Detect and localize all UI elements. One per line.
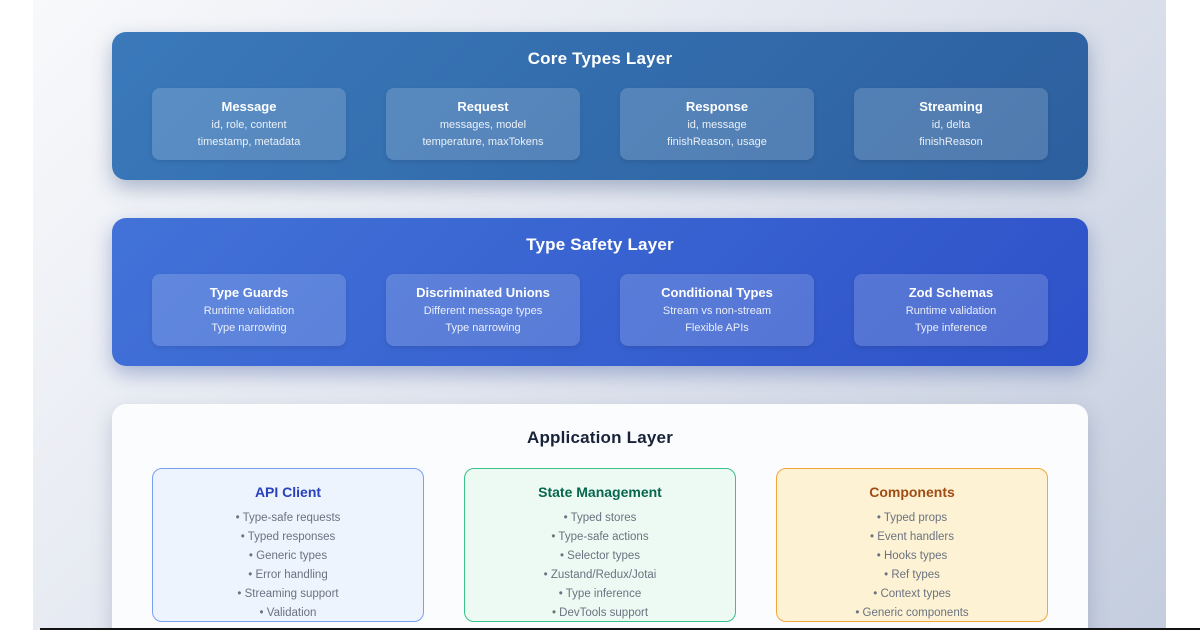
app-card-title: Components — [777, 484, 1047, 500]
safety-card-title: Discriminated Unions — [386, 285, 580, 300]
type-card-title: Request — [386, 99, 580, 114]
type-card-line: finishReason, usage — [620, 136, 814, 148]
type-card-title: Response — [620, 99, 814, 114]
type-card-title: Message — [152, 99, 346, 114]
safety-card-line: Stream vs non-stream — [620, 305, 814, 317]
type-card-line: messages, model — [386, 119, 580, 131]
type-card-request: Request messages, model temperature, max… — [386, 88, 580, 160]
list-item: • Selector types — [465, 547, 735, 566]
safety-card-line: Runtime validation — [152, 305, 346, 317]
list-item: • Generic types — [153, 547, 423, 566]
type-card-title: Streaming — [854, 99, 1048, 114]
safety-card-discriminated-unions: Discriminated Unions Different message t… — [386, 274, 580, 346]
architecture-diagram: Core Types Layer Message id, role, conte… — [0, 0, 1200, 630]
list-item: • Type-safe actions — [465, 528, 735, 547]
type-card-streaming: Streaming id, delta finishReason — [854, 88, 1048, 160]
list-item: • Event handlers — [777, 528, 1047, 547]
safety-card-line: Runtime validation — [854, 305, 1048, 317]
app-card-components: Components • Typed props • Event handler… — [776, 468, 1048, 622]
type-card-line: temperature, maxTokens — [386, 136, 580, 148]
safety-card-title: Conditional Types — [620, 285, 814, 300]
list-item: • Streaming support — [153, 585, 423, 604]
app-card-state-management: State Management • Typed stores • Type-s… — [464, 468, 736, 622]
list-item: • DevTools support — [465, 604, 735, 623]
list-item: • Typed stores — [465, 509, 735, 528]
safety-card-line: Type inference — [854, 322, 1048, 334]
safety-card-zod-schemas: Zod Schemas Runtime validation Type infe… — [854, 274, 1048, 346]
safety-card-line: Type narrowing — [386, 322, 580, 334]
safety-card-type-guards: Type Guards Runtime validation Type narr… — [152, 274, 346, 346]
application-cards-row: API Client • Type-safe requests • Typed … — [112, 468, 1088, 622]
safety-card-line: Different message types — [386, 305, 580, 317]
type-card-line: id, delta — [854, 119, 1048, 131]
safety-card-line: Type narrowing — [152, 322, 346, 334]
type-card-line: finishReason — [854, 136, 1048, 148]
type-card-line: id, message — [620, 119, 814, 131]
type-safety-cards-row: Type Guards Runtime validation Type narr… — [112, 274, 1088, 346]
app-card-title: API Client — [153, 484, 423, 500]
list-item: • Typed responses — [153, 528, 423, 547]
list-item: • Type inference — [465, 585, 735, 604]
list-item: • Ref types — [777, 566, 1047, 585]
diagram-content: Core Types Layer Message id, role, conte… — [112, 0, 1088, 630]
core-types-layer-title: Core Types Layer — [112, 32, 1088, 69]
app-card-title: State Management — [465, 484, 735, 500]
list-item: • Hooks types — [777, 547, 1047, 566]
list-item: • Context types — [777, 585, 1047, 604]
list-item: • Error handling — [153, 566, 423, 585]
safety-card-title: Type Guards — [152, 285, 346, 300]
type-card-response: Response id, message finishReason, usage — [620, 88, 814, 160]
list-item: • Generic components — [777, 604, 1047, 623]
core-types-layer: Core Types Layer Message id, role, conte… — [112, 32, 1088, 180]
type-card-line: id, role, content — [152, 119, 346, 131]
list-item: • Type-safe requests — [153, 509, 423, 528]
list-item: • Typed props — [777, 509, 1047, 528]
type-safety-layer: Type Safety Layer Type Guards Runtime va… — [112, 218, 1088, 366]
type-card-line: timestamp, metadata — [152, 136, 346, 148]
safety-card-title: Zod Schemas — [854, 285, 1048, 300]
application-layer: Application Layer API Client • Type-safe… — [112, 404, 1088, 630]
list-item: • Zustand/Redux/Jotai — [465, 566, 735, 585]
safety-card-conditional-types: Conditional Types Stream vs non-stream F… — [620, 274, 814, 346]
core-types-cards-row: Message id, role, content timestamp, met… — [112, 88, 1088, 160]
type-card-message: Message id, role, content timestamp, met… — [152, 88, 346, 160]
safety-card-line: Flexible APIs — [620, 322, 814, 334]
application-layer-title: Application Layer — [112, 404, 1088, 448]
app-card-api-client: API Client • Type-safe requests • Typed … — [152, 468, 424, 622]
list-item: • Validation — [153, 604, 423, 623]
type-safety-layer-title: Type Safety Layer — [112, 218, 1088, 255]
